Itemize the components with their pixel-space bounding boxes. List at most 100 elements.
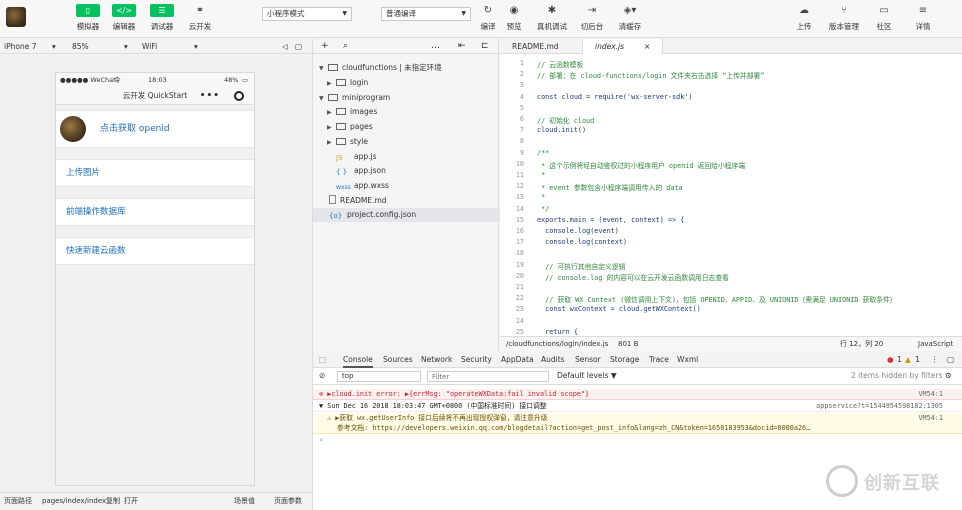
tree-folder-login[interactable]: ▶ login — [313, 76, 500, 90]
tab-sensor[interactable]: Sensor — [575, 351, 601, 368]
tab-audits[interactable]: Audits — [541, 351, 565, 368]
line-number: 1 — [519, 59, 524, 67]
console-error-line[interactable]: ⊗ ▶cloud.init error: ▶{errMsg: "operateW… — [313, 389, 962, 400]
close-icon[interactable]: × — [644, 42, 650, 51]
search-icon[interactable]: ⌕ — [343, 39, 348, 54]
folder-icon — [336, 138, 346, 145]
tree-folder-cloudfunctions[interactable]: ▼ cloudfunctions | 未指定环境 — [313, 61, 500, 75]
details-button[interactable]: ≡ 详情 — [905, 4, 941, 32]
page-title: 云开发 QuickStart — [122, 91, 188, 100]
page-params[interactable]: 页面参数 — [274, 493, 302, 510]
close-capsule-icon[interactable] — [234, 91, 244, 101]
tab-index-js[interactable]: index.js × — [582, 39, 664, 54]
new-cloud-function-item[interactable]: 快速新建云函数 — [56, 237, 254, 265]
language-mode[interactable]: JavaScript — [918, 337, 953, 351]
community-button[interactable]: ▭ 社区 — [866, 4, 902, 32]
mode-select[interactable]: 小程序模式 ▼ — [262, 7, 352, 21]
compile-mode-select[interactable]: 普通编译 ▼ — [381, 7, 471, 21]
get-openid-link[interactable]: 点击获取 openid — [100, 111, 170, 147]
context-select[interactable]: top — [337, 371, 421, 382]
cloud-upload-icon: ☁ — [799, 5, 809, 16]
real-device-debug-button[interactable]: ✱ 真机调试 — [534, 4, 570, 32]
collapse-icon[interactable]: ⇤ — [458, 39, 466, 54]
tree-folder-miniprogram[interactable]: ▼ miniprogram — [313, 91, 500, 105]
tab-appdata[interactable]: AppData — [501, 351, 534, 368]
tree-folder-pages[interactable]: ▶ pages — [313, 120, 500, 134]
caret-right-icon: ▶ — [327, 80, 332, 87]
scene-value[interactable]: 场景值 — [234, 493, 255, 510]
tab-console[interactable]: Console — [343, 351, 373, 368]
tab-storage[interactable]: Storage — [610, 351, 639, 368]
background-button[interactable]: ⇥ 切后台 — [574, 4, 610, 32]
filter-input[interactable] — [427, 371, 549, 382]
console-log-line[interactable]: ▼ Sun Dec 16 2018 18:03:47 GMT+0800 (中国标… — [313, 401, 962, 412]
tab-wxml[interactable]: Wxml — [677, 351, 698, 368]
debugger-button[interactable]: ☰ 调试器 — [142, 4, 182, 32]
block-icon[interactable]: ⊘ — [319, 368, 325, 384]
version-button[interactable]: ⑂ 版本管理 — [826, 4, 862, 32]
code-line: /** — [537, 148, 550, 157]
tree-file-app-wxss[interactable]: wxss app.wxss — [313, 179, 500, 193]
clear-cache-button[interactable]: ◈▾ 清缓存 — [612, 4, 648, 32]
caret-right-icon: ▶ — [327, 139, 332, 146]
tab-security[interactable]: Security — [461, 351, 492, 368]
upload-image-item[interactable]: 上传图片 — [56, 159, 254, 187]
dock-icon[interactable]: ▢ — [947, 351, 954, 368]
line-number: 13 — [515, 193, 524, 202]
code-line: * — [537, 193, 546, 202]
folder-icon — [336, 123, 346, 130]
tree-file-app-js[interactable]: JS app.js — [313, 150, 500, 164]
line-number: 14 — [515, 204, 524, 213]
tab-network[interactable]: Network — [421, 351, 452, 368]
tree-file-project-config[interactable]: {o} project.config.json — [313, 208, 500, 222]
warning-count[interactable]: 1 — [915, 351, 920, 368]
tab-readme[interactable]: README.md — [500, 39, 571, 54]
line-number: 19 — [515, 260, 524, 269]
device-model-select[interactable]: iPhone 7 — [4, 39, 36, 54]
console-warning-line[interactable]: ⚠ ▶获取 wx.getUserInfo 接口后续将不再出现授权弹窗，请注意升级… — [313, 413, 962, 434]
levels-select[interactable]: Default levels ▼ — [557, 368, 617, 384]
network-select[interactable]: WiFi — [142, 39, 157, 54]
error-count[interactable]: 1 — [897, 351, 902, 368]
code-line: const cloud = require('wx-server-sdk') — [537, 92, 693, 101]
code-area[interactable]: 1 // 云函数模板 2 // 部署：在 cloud-functions/login … — [500, 55, 962, 336]
console-prompt[interactable]: › — [313, 435, 962, 445]
open-link[interactable]: 打开 — [124, 493, 138, 510]
code-line: console.log(event) — [537, 227, 619, 235]
more-icon[interactable]: ⋮ — [931, 351, 939, 368]
cursor-position[interactable]: 行 12，列 20 — [840, 337, 883, 351]
detach-icon[interactable]: ▢ — [295, 39, 302, 54]
phone-icon: ▯ — [76, 4, 100, 17]
more-icon[interactable]: … — [431, 39, 440, 54]
cloud-dev-button[interactable]: ⚭ 云开发 — [180, 4, 220, 32]
upload-button[interactable]: ☁ 上传 — [786, 4, 822, 32]
tab-sources[interactable]: Sources — [383, 351, 413, 368]
line-number: 16 — [515, 227, 524, 235]
tree-folder-images[interactable]: ▶ images — [313, 105, 500, 119]
copy-link[interactable]: 复制 — [106, 493, 120, 510]
file-size: 801 B — [618, 340, 639, 348]
line-number: 15 — [515, 215, 524, 224]
zoom-select[interactable]: 85% — [72, 39, 89, 54]
bug-icon: ✱ — [547, 5, 557, 16]
preview-button[interactable]: ◉ 预览 — [496, 4, 532, 32]
gear-icon[interactable]: ⚙ — [945, 368, 952, 384]
inspect-icon[interactable]: ⬚ — [319, 351, 326, 368]
tree-folder-style[interactable]: ▶ style — [313, 135, 500, 149]
simulator-button[interactable]: ▯ 模拟器 — [68, 4, 108, 32]
editor-button[interactable]: </> 编辑器 — [104, 4, 144, 32]
split-icon[interactable]: ⊏ — [481, 39, 489, 54]
tree-file-readme[interactable]: README.md — [313, 194, 500, 208]
user-info-block: 点击获取 openid — [56, 110, 254, 148]
tree-toolbar: + ⌕ … ⇤ ⊏ — [313, 39, 498, 54]
mute-icon[interactable]: ◁ — [282, 39, 288, 54]
phone-nav-bar: 云开发 QuickStart ••• — [56, 87, 254, 105]
user-avatar[interactable] — [6, 7, 26, 27]
more-icon[interactable]: ••• — [200, 87, 220, 105]
add-icon[interactable]: + — [321, 39, 329, 54]
tab-trace[interactable]: Trace — [649, 351, 669, 368]
database-item[interactable]: 前端操作数据库 — [56, 198, 254, 226]
folder-icon — [336, 79, 346, 86]
tree-file-app-json[interactable]: { } app.json — [313, 164, 500, 178]
avatar[interactable] — [60, 116, 86, 142]
